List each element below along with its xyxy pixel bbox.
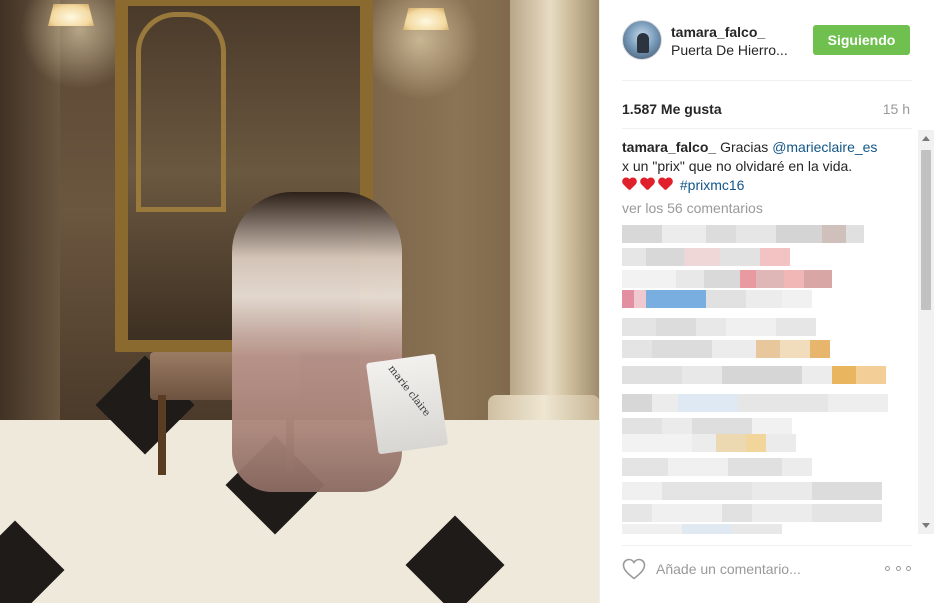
shopping-bag: marie claire <box>365 353 449 455</box>
instagram-post-view: marie claire tamara_falco_ Puerta De Hie… <box>0 0 934 603</box>
obscured-comment <box>622 270 832 288</box>
more-options-icon[interactable] <box>885 566 911 574</box>
obscured-comment <box>622 318 816 336</box>
mirror-reflection <box>136 12 226 212</box>
divider <box>622 128 912 129</box>
caption-text: Gracias <box>720 139 769 155</box>
obscured-comment <box>622 504 882 522</box>
view-all-comments-link[interactable]: ver los 56 comentarios <box>622 200 763 216</box>
comments-scrollbar[interactable] <box>918 130 934 534</box>
floor-tile <box>405 515 505 603</box>
location-link[interactable]: Puerta De Hierro... <box>671 42 788 58</box>
bag-logo: marie claire <box>385 363 432 419</box>
floor-tile <box>0 520 65 603</box>
caption: tamara_falco_ Gracias @marieclaire_es x … <box>622 138 902 195</box>
following-button[interactable]: Siguiendo <box>813 25 910 55</box>
obscured-comment <box>622 225 864 243</box>
obscured-comment <box>622 482 882 500</box>
heart-like-icon[interactable] <box>622 558 646 580</box>
obscured-comment <box>622 290 812 308</box>
obscured-comment <box>622 394 888 412</box>
heart-emoji-icon <box>640 178 655 192</box>
scrollbar-thumb[interactable] <box>921 150 931 310</box>
divider <box>622 545 912 546</box>
divider <box>622 80 912 81</box>
timestamp[interactable]: 15 h <box>883 101 910 117</box>
scroll-down-icon[interactable] <box>922 523 930 528</box>
hashtag-link[interactable]: #prixmc16 <box>680 177 745 193</box>
comments-list: tamara_falco_ Gracias @marieclaire_es x … <box>622 130 918 534</box>
bench-leg <box>158 395 166 475</box>
obscured-comment <box>622 458 812 476</box>
obscured-comment <box>622 248 790 266</box>
likes-count[interactable]: 1.587 Me gusta <box>622 101 722 117</box>
person <box>232 192 402 492</box>
wall-lamp <box>48 4 94 26</box>
wall-lamp <box>403 8 449 30</box>
username-link[interactable]: tamara_falco_ <box>671 24 765 40</box>
heart-emoji-icon <box>658 178 673 192</box>
obscured-comment <box>622 340 830 358</box>
add-comment-input[interactable] <box>656 560 856 578</box>
caption-username[interactable]: tamara_falco_ <box>622 139 716 155</box>
post-header: tamara_falco_ Puerta De Hierro... Siguie… <box>600 0 934 80</box>
post-photo[interactable]: marie claire <box>0 0 599 603</box>
obscured-comment <box>622 434 796 452</box>
obscured-comment <box>622 366 886 384</box>
avatar[interactable] <box>622 20 662 60</box>
post-side-panel: tamara_falco_ Puerta De Hierro... Siguie… <box>599 0 934 603</box>
caption-text: x un "prix" que no olvidaré en la vida. <box>622 158 853 174</box>
scroll-up-icon[interactable] <box>922 136 930 141</box>
mention-link[interactable]: @marieclaire_es <box>772 139 877 155</box>
heart-emoji-icon <box>622 178 637 192</box>
obscured-comment <box>622 524 782 534</box>
